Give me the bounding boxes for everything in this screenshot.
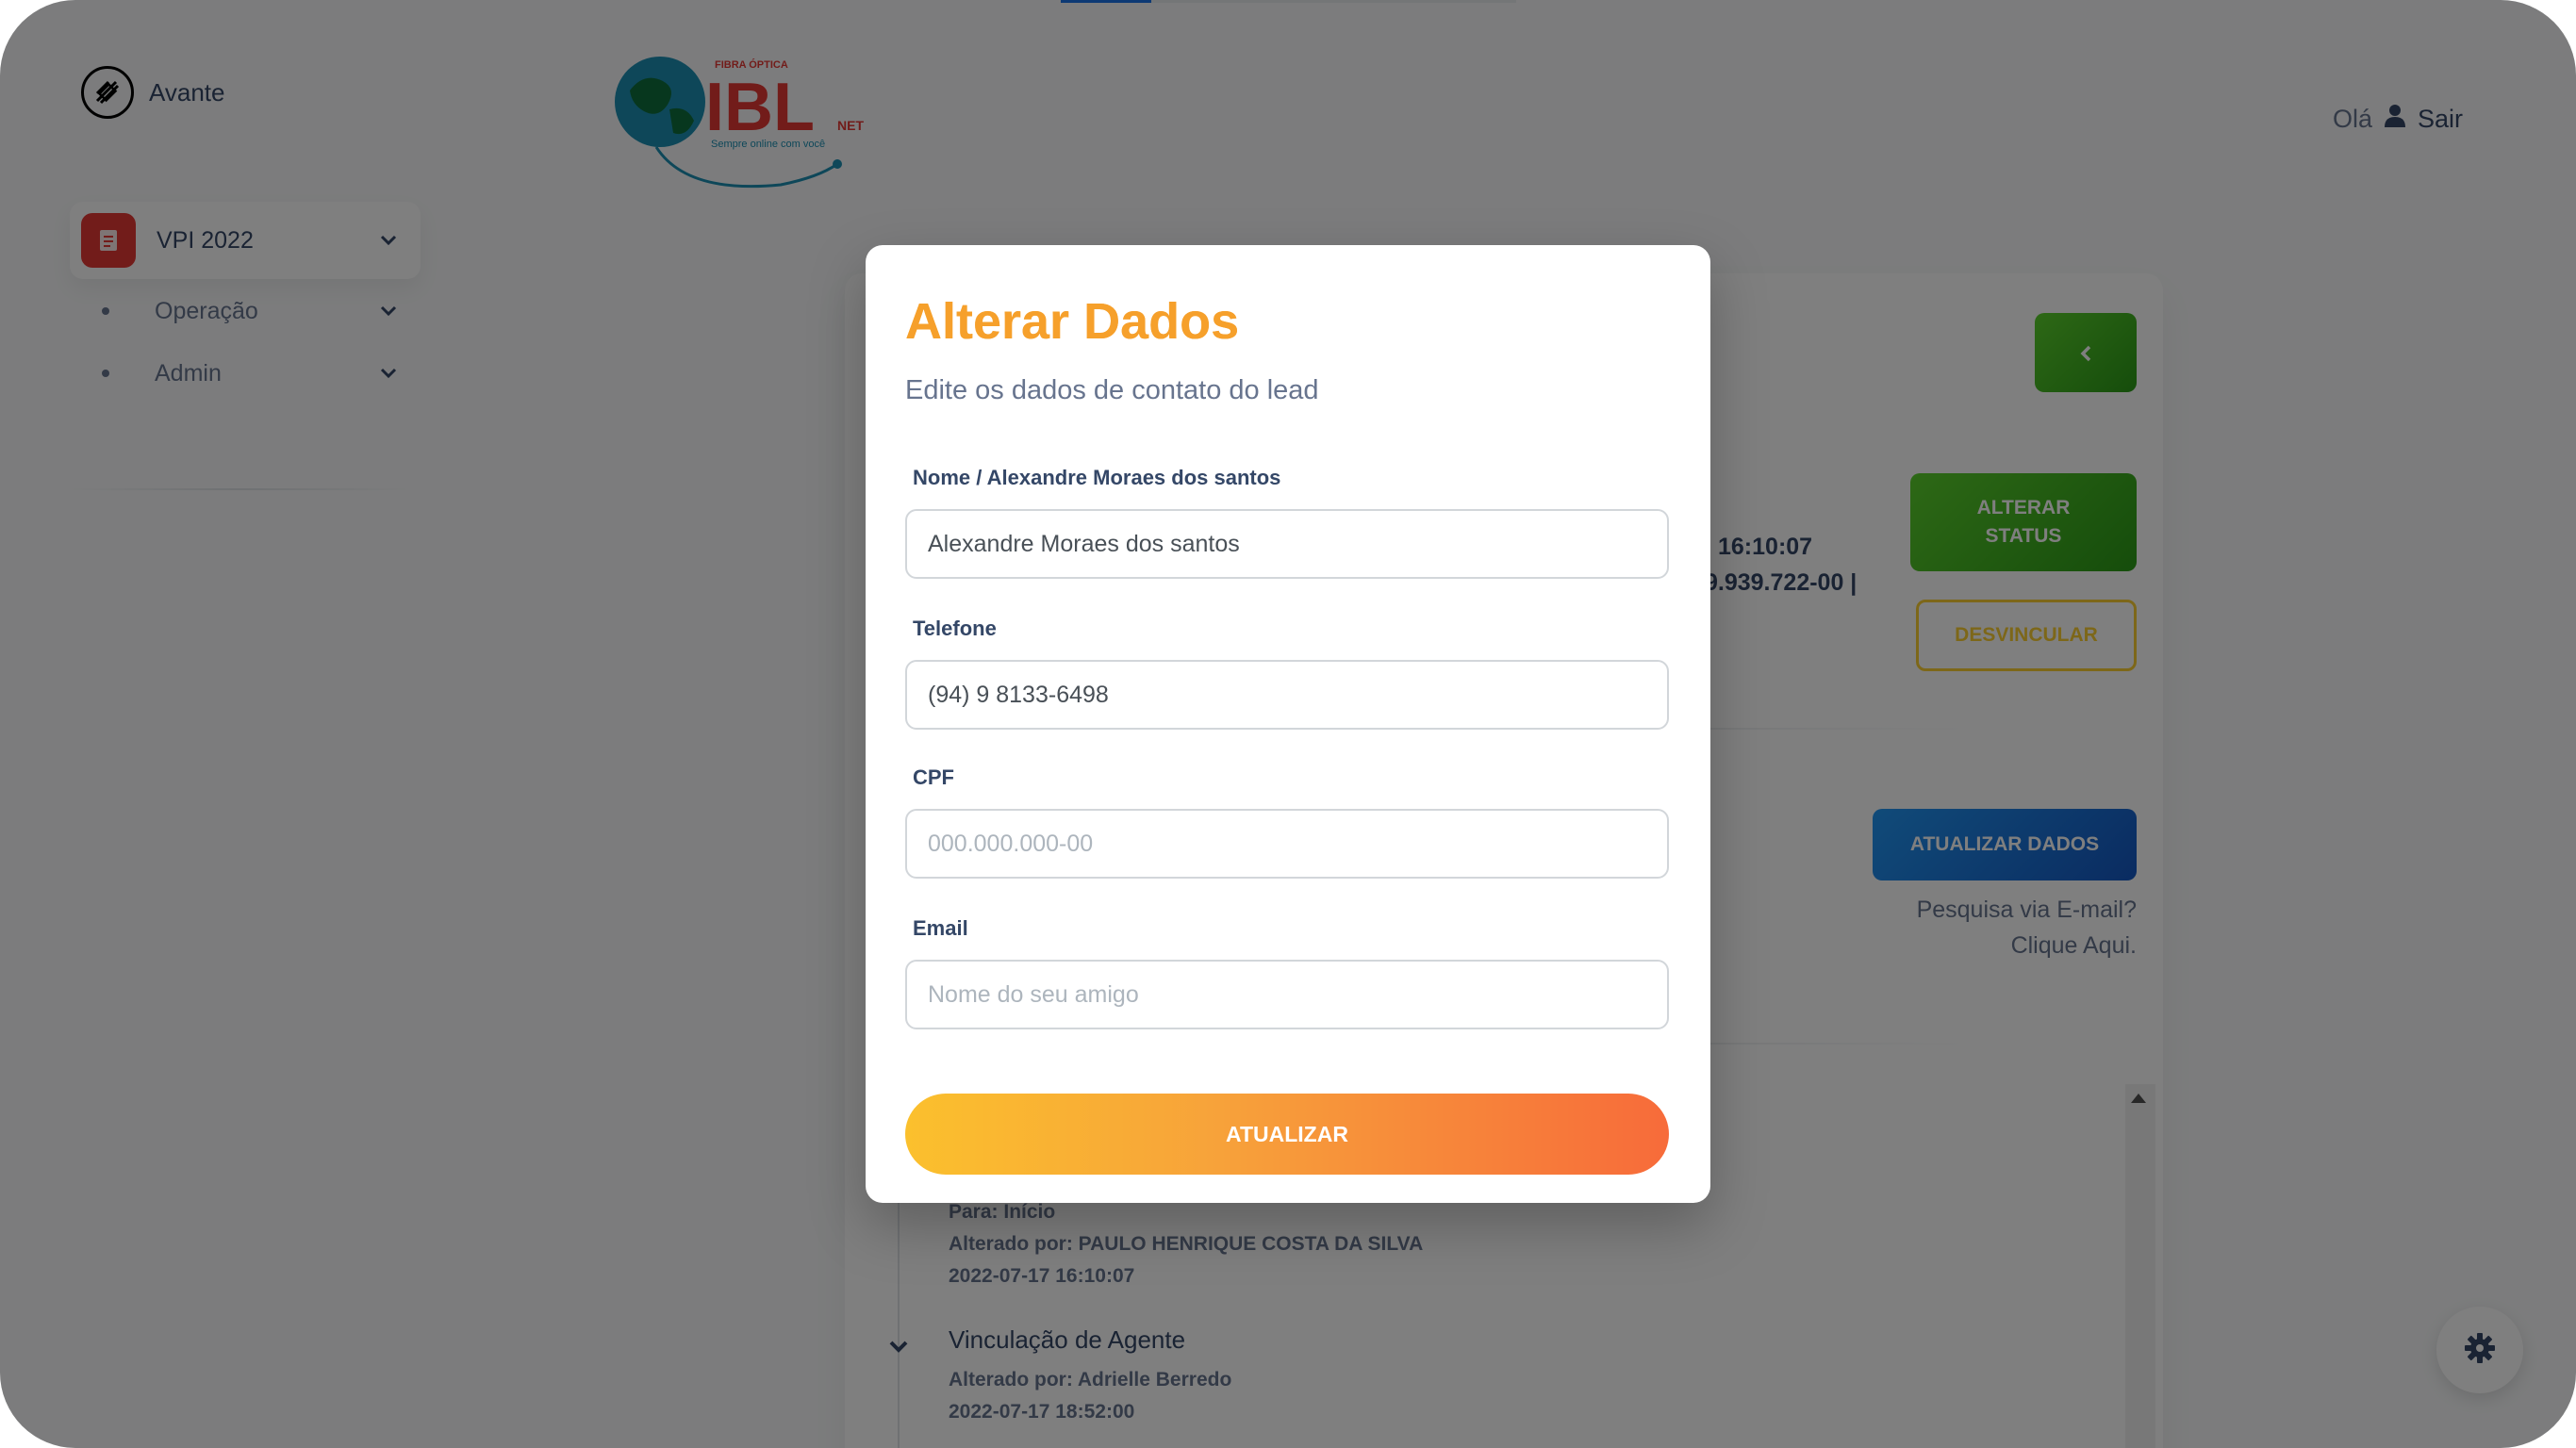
email-field[interactable] — [905, 960, 1669, 1029]
modal-title: Alterar Dados — [905, 293, 1240, 350]
alterar-dados-modal: Alterar Dados Edite os dados de contato … — [866, 245, 1710, 1203]
cpf-label: CPF — [913, 765, 954, 789]
email-label: Email — [913, 916, 968, 940]
nome-field[interactable] — [905, 509, 1669, 579]
cpf-field[interactable] — [905, 809, 1669, 879]
modal-subtitle: Edite os dados de contato do lead — [905, 375, 1319, 405]
app-frame: Avante VPI 2022 Operação Admin — [0, 0, 2576, 1448]
nome-label: Nome / Alexandre Moraes dos santos — [913, 466, 1281, 489]
telefone-label: Telefone — [913, 617, 997, 640]
telefone-field[interactable] — [905, 660, 1669, 730]
atualizar-button[interactable]: ATUALIZAR — [905, 1094, 1669, 1175]
